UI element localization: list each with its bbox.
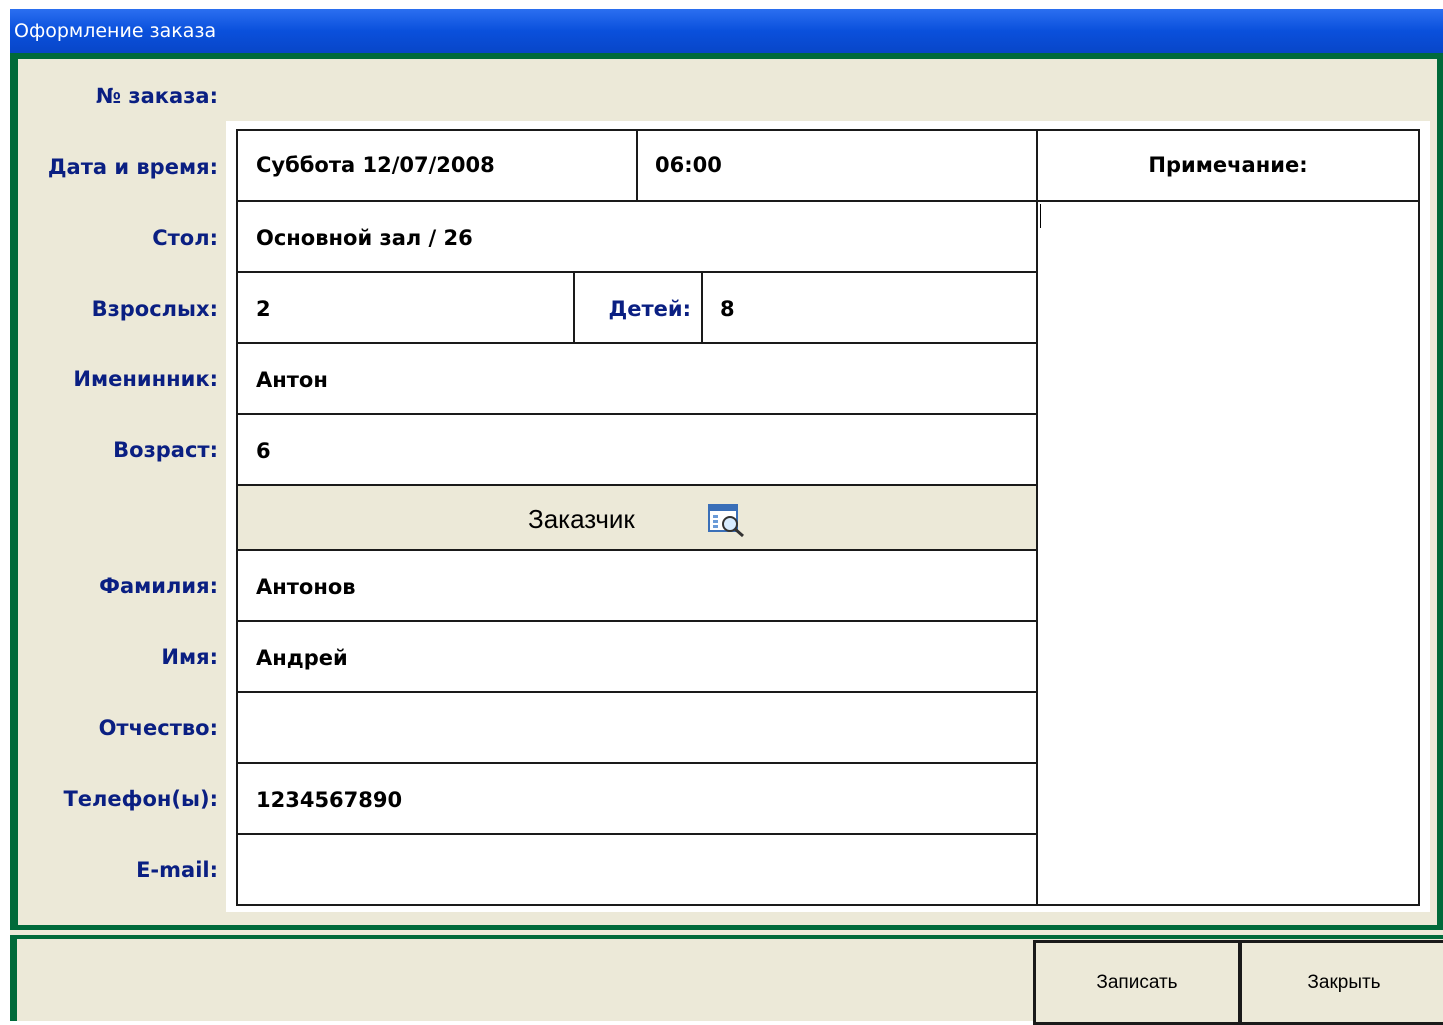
save-button[interactable]: Записать — [1033, 940, 1241, 1025]
frame-mid — [10, 925, 1443, 930]
name-field[interactable]: Андрей — [236, 620, 1038, 693]
children-label-cell: Детей: — [573, 271, 703, 344]
frame-left — [10, 53, 18, 930]
close-button[interactable]: Закрыть — [1239, 940, 1443, 1025]
children-field[interactable]: 8 — [701, 271, 1038, 344]
surname-value: Антонов — [256, 575, 356, 599]
label-email: E-mail: — [136, 858, 218, 882]
label-order-no: № заказа: — [95, 84, 218, 108]
date-value: Суббота 12/07/2008 — [256, 153, 495, 177]
phones-value: 1234567890 — [256, 788, 403, 812]
customer-section-header: Заказчик — [236, 484, 1038, 552]
label-phones: Телефон(ы): — [63, 787, 218, 811]
age-field[interactable]: 6 — [236, 413, 1038, 486]
phones-field[interactable]: 1234567890 — [236, 762, 1038, 835]
label-children: Детей: — [608, 297, 691, 321]
time-field[interactable]: 06:00 — [636, 129, 1038, 202]
note-header: Примечание: — [1036, 129, 1420, 202]
table-field[interactable]: Основной зал / 26 — [236, 200, 1038, 273]
time-value: 06:00 — [655, 153, 722, 177]
label-datetime: Дата и время: — [47, 155, 218, 179]
label-table: Стол: — [152, 226, 218, 250]
date-field[interactable]: Суббота 12/07/2008 — [236, 129, 638, 202]
label-adults: Взрослых: — [91, 297, 218, 321]
text-cursor — [1040, 204, 1041, 228]
table-value: Основной зал / 26 — [256, 226, 473, 250]
label-birthday-person: Именинник: — [73, 367, 218, 391]
age-value: 6 — [256, 439, 271, 463]
children-value: 8 — [720, 297, 735, 321]
patronymic-field[interactable] — [236, 691, 1038, 764]
name-value: Андрей — [256, 646, 348, 670]
window-title: Оформление заказа — [10, 9, 1443, 53]
note-label: Примечание: — [1148, 153, 1308, 177]
customer-lookup-icon[interactable] — [708, 502, 746, 538]
label-age: Возраст: — [113, 438, 218, 462]
email-field[interactable] — [236, 833, 1038, 906]
note-textarea[interactable] — [1036, 200, 1420, 906]
adults-field[interactable]: 2 — [236, 271, 575, 344]
label-surname: Фамилия: — [99, 574, 218, 598]
frame-mid-2 — [10, 935, 1443, 939]
birthday-person-value: Антон — [256, 368, 328, 392]
label-name: Имя: — [161, 645, 218, 669]
frame-right — [1437, 53, 1443, 930]
birthday-person-field[interactable]: Антон — [236, 342, 1038, 415]
frame-bottom-left — [10, 935, 17, 1021]
customer-section-title: Заказчик — [528, 504, 635, 534]
label-patronymic: Отчество: — [98, 716, 218, 740]
surname-field[interactable]: Антонов — [236, 549, 1038, 622]
frame-top — [10, 53, 1443, 59]
adults-value: 2 — [256, 297, 271, 321]
